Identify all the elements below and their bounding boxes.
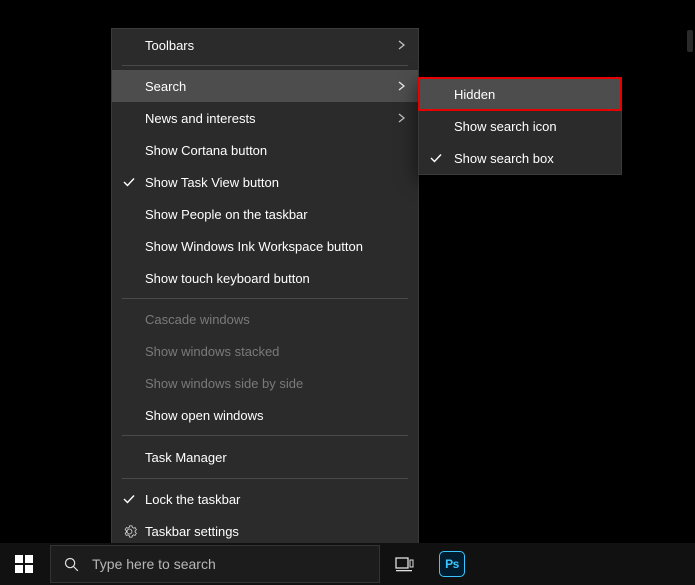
menu-label: Toolbars — [145, 38, 398, 53]
menu-item-lock[interactable]: Lock the taskbar — [112, 483, 418, 515]
submenu-item-show-box[interactable]: Show search box — [419, 142, 621, 174]
taskbar: Type here to search Ps — [0, 543, 695, 585]
menu-item-taskview[interactable]: Show Task View button — [112, 166, 418, 198]
menu-item-people[interactable]: Show People on the taskbar — [112, 198, 418, 230]
check-icon — [427, 149, 445, 167]
menu-label: Cascade windows — [145, 312, 406, 327]
menu-separator — [122, 478, 408, 479]
menu-item-search[interactable]: Search — [112, 70, 418, 102]
check-icon — [120, 173, 138, 191]
menu-item-toolbars[interactable]: Toolbars — [112, 29, 418, 61]
taskbar-context-menu: Toolbars Search News and interests Show … — [111, 28, 419, 550]
search-placeholder: Type here to search — [92, 556, 216, 572]
menu-label: Show Task View button — [145, 175, 406, 190]
windows-logo-icon — [15, 555, 33, 573]
menu-label: Lock the taskbar — [145, 492, 406, 507]
submenu-label: Hidden — [454, 87, 495, 102]
menu-label: Taskbar settings — [145, 524, 406, 539]
menu-item-news[interactable]: News and interests — [112, 102, 418, 134]
menu-item-cascade: Cascade windows — [112, 303, 418, 335]
menu-item-stacked: Show windows stacked — [112, 335, 418, 367]
menu-label: Show windows stacked — [145, 344, 406, 359]
chevron-right-icon — [398, 113, 406, 123]
right-edge-artifact — [687, 30, 693, 52]
menu-label: Show windows side by side — [145, 376, 406, 391]
menu-label: Show Cortana button — [145, 143, 406, 158]
gear-icon — [120, 522, 138, 540]
menu-item-ink[interactable]: Show Windows Ink Workspace button — [112, 230, 418, 262]
check-icon — [120, 490, 138, 508]
menu-item-cortana[interactable]: Show Cortana button — [112, 134, 418, 166]
search-input[interactable]: Type here to search — [50, 545, 380, 583]
chevron-right-icon — [398, 40, 406, 50]
search-submenu: Hidden Show search icon Show search box — [418, 77, 622, 175]
menu-item-taskmgr[interactable]: Task Manager — [112, 440, 418, 474]
menu-label: Show People on the taskbar — [145, 207, 406, 222]
menu-label: News and interests — [145, 111, 398, 126]
submenu-item-show-icon[interactable]: Show search icon — [419, 110, 621, 142]
taskview-icon — [394, 556, 414, 572]
chevron-right-icon — [398, 81, 406, 91]
menu-separator — [122, 65, 408, 66]
menu-item-showopen[interactable]: Show open windows — [112, 399, 418, 431]
submenu-item-hidden[interactable]: Hidden — [419, 78, 621, 110]
menu-label: Show open windows — [145, 408, 406, 423]
search-icon — [63, 556, 80, 573]
taskview-button[interactable] — [380, 543, 428, 585]
submenu-label: Show search box — [454, 151, 554, 166]
menu-separator — [122, 298, 408, 299]
photoshop-icon: Ps — [439, 551, 465, 577]
menu-separator — [122, 435, 408, 436]
menu-item-sidebyside: Show windows side by side — [112, 367, 418, 399]
menu-label: Show Windows Ink Workspace button — [145, 239, 406, 254]
menu-item-touchkb[interactable]: Show touch keyboard button — [112, 262, 418, 294]
start-button[interactable] — [0, 543, 48, 585]
menu-label: Show touch keyboard button — [145, 271, 406, 286]
menu-label: Search — [145, 79, 398, 94]
submenu-label: Show search icon — [454, 119, 557, 134]
menu-label: Task Manager — [145, 450, 406, 465]
photoshop-taskbar-button[interactable]: Ps — [428, 543, 476, 585]
